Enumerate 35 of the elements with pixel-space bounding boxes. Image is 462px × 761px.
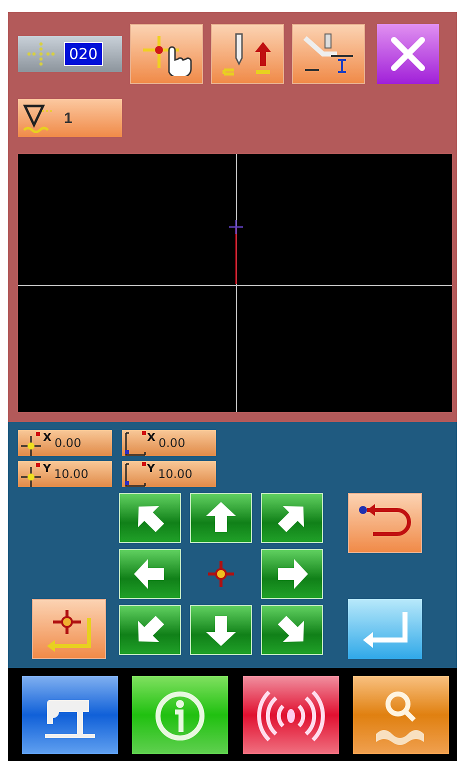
move-up-left-button[interactable] — [119, 493, 182, 543]
axis-label: Y — [43, 462, 51, 475]
search-button[interactable] — [352, 676, 449, 754]
speed-display[interactable]: 020 — [18, 36, 122, 72]
needle-up-button[interactable] — [211, 24, 284, 84]
axis-label: X — [43, 431, 52, 444]
signal-button[interactable] — [242, 676, 339, 754]
coordinate-value: 0.00 — [54, 436, 82, 450]
move-down-left-button[interactable] — [119, 605, 182, 655]
move-cross-icon — [19, 430, 43, 456]
axis-label: Y — [147, 462, 155, 475]
move-down-button[interactable] — [190, 605, 252, 655]
needle-position-marker — [229, 220, 243, 284]
axis-label: X — [147, 431, 156, 444]
move-cross-icon — [19, 460, 43, 488]
move-up-button[interactable] — [190, 493, 252, 543]
stitch-value: 1 — [64, 110, 72, 127]
enter-button[interactable] — [348, 599, 422, 659]
size-frame-icon — [123, 430, 147, 456]
move-up-right-button[interactable] — [261, 493, 324, 543]
presser-foot-button[interactable] — [292, 24, 365, 84]
crosshair-hand-button[interactable] — [130, 24, 203, 84]
sewing-machine-button[interactable] — [22, 676, 118, 754]
close-button[interactable] — [377, 24, 439, 84]
back-button[interactable] — [348, 493, 422, 553]
set-origin-button[interactable] — [32, 599, 106, 659]
move-down-right-button[interactable] — [261, 605, 324, 655]
speed-value: 020 — [64, 42, 103, 66]
move-left-button[interactable] — [119, 549, 182, 599]
coordinate-value: 10.00 — [158, 467, 192, 481]
move-right-button[interactable] — [261, 549, 324, 599]
size-frame-icon — [123, 460, 147, 488]
coordinate-value: 0.00 — [158, 436, 186, 450]
stitch-length-button[interactable]: 1 — [18, 99, 122, 137]
coordinate-value: 10.00 — [54, 467, 88, 481]
